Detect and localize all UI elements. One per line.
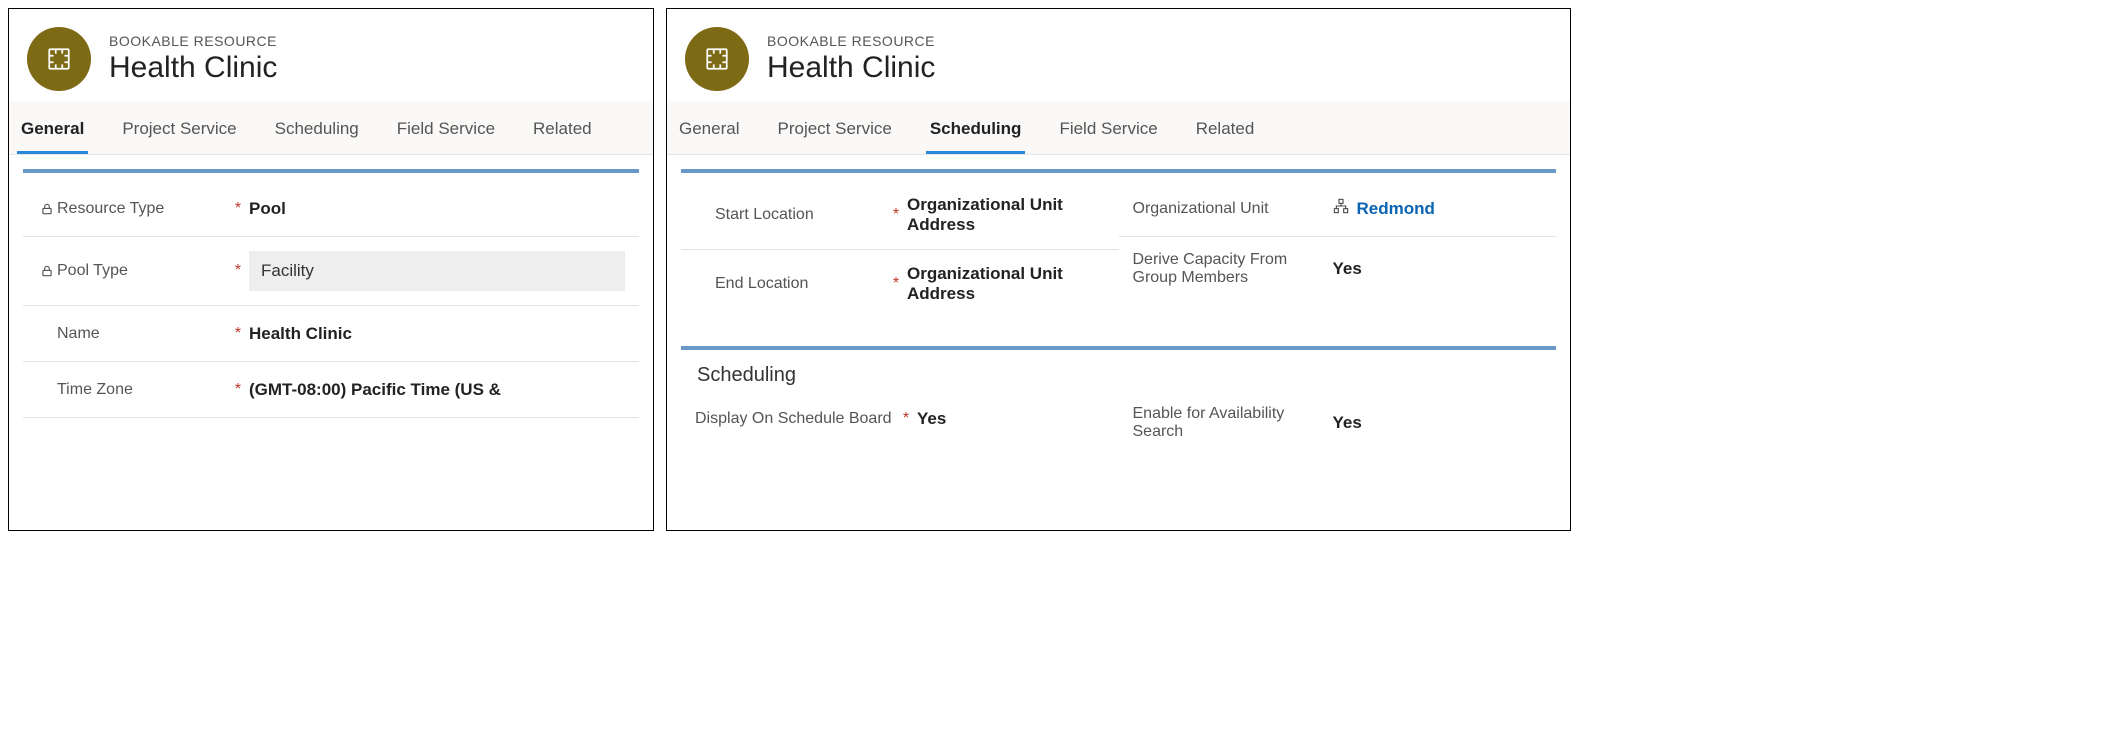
entity-overline: BOOKABLE RESOURCE	[109, 33, 277, 49]
label-display-on-board: Display On Schedule Board	[695, 410, 892, 428]
lock-icon	[37, 202, 57, 216]
field-end-location: End Location * Organizational Unit Addre…	[681, 250, 1119, 318]
tab-scheduling[interactable]: Scheduling	[926, 113, 1026, 154]
field-resource-type: Resource Type * Pool	[23, 181, 639, 237]
org-unit-icon	[1333, 198, 1349, 219]
left-panel: BOOKABLE RESOURCE Health Clinic General …	[8, 8, 654, 531]
scheduling-section: Scheduling Display On Schedule Board * Y…	[681, 346, 1556, 455]
required-marker: *	[231, 381, 245, 399]
tab-related[interactable]: Related	[1192, 113, 1259, 154]
tab-general[interactable]: General	[17, 113, 88, 154]
required-marker: *	[231, 262, 245, 280]
field-org-unit: Organizational Unit Redmond	[1119, 181, 1557, 237]
tab-general[interactable]: General	[675, 113, 743, 154]
value-pool-type-wrap[interactable]: Facility	[249, 251, 625, 291]
record-avatar	[685, 27, 749, 91]
header-left: BOOKABLE RESOURCE Health Clinic	[9, 9, 653, 101]
tab-project-service[interactable]: Project Service	[118, 113, 240, 154]
lock-icon	[37, 264, 57, 278]
value-org-unit: Redmond	[1357, 199, 1435, 219]
location-section: Start Location * Organizational Unit Add…	[681, 169, 1556, 318]
required-marker: *	[899, 410, 913, 428]
tab-field-service[interactable]: Field Service	[393, 113, 499, 154]
record-title: Health Clinic	[109, 51, 277, 85]
value-end-location[interactable]: Organizational Unit Address	[907, 264, 1105, 304]
field-start-location: Start Location * Organizational Unit Add…	[681, 181, 1119, 250]
field-display-on-board: Display On Schedule Board * Yes	[681, 391, 1119, 447]
value-resource-type[interactable]: Pool	[249, 199, 625, 219]
puzzle-icon	[46, 46, 72, 72]
label-time-zone: Time Zone	[57, 381, 133, 399]
label-derive-capacity: Derive Capacity From Group Members	[1133, 251, 1333, 287]
required-marker: *	[889, 206, 903, 224]
tab-project-service[interactable]: Project Service	[773, 113, 895, 154]
label-start-location: Start Location	[715, 206, 814, 224]
tab-related[interactable]: Related	[529, 113, 596, 154]
value-derive-capacity[interactable]: Yes	[1333, 259, 1543, 279]
tabs-right: General Project Service Scheduling Field…	[667, 101, 1570, 155]
field-derive-capacity: Derive Capacity From Group Members Yes	[1119, 237, 1557, 301]
puzzle-icon	[704, 46, 730, 72]
label-pool-type: Pool Type	[57, 262, 128, 280]
label-name: Name	[57, 325, 100, 343]
header-text: BOOKABLE RESOURCE Health Clinic	[109, 33, 277, 85]
section-title-scheduling: Scheduling	[681, 358, 1556, 391]
field-name: Name * Health Clinic	[23, 306, 639, 362]
tabs-left: General Project Service Scheduling Field…	[9, 101, 653, 155]
label-enable-search: Enable for Availability Search	[1133, 405, 1333, 441]
value-enable-search[interactable]: Yes	[1333, 413, 1543, 433]
label-resource-type: Resource Type	[57, 200, 164, 218]
label-org-unit: Organizational Unit	[1133, 200, 1269, 218]
value-display-on-board[interactable]: Yes	[917, 409, 1105, 429]
header-right: BOOKABLE RESOURCE Health Clinic	[667, 9, 1570, 101]
field-pool-type: Pool Type * Facility	[23, 237, 639, 306]
field-enable-search: Enable for Availability Search Yes	[1119, 391, 1557, 455]
entity-overline: BOOKABLE RESOURCE	[767, 33, 935, 49]
required-marker: *	[889, 275, 903, 293]
right-panel: BOOKABLE RESOURCE Health Clinic General …	[666, 8, 1571, 531]
required-marker: *	[231, 325, 245, 343]
value-pool-type: Facility	[249, 251, 625, 291]
required-marker: *	[231, 200, 245, 218]
value-start-location[interactable]: Organizational Unit Address	[907, 195, 1105, 235]
general-section: Resource Type * Pool Pool Type * Facilit…	[23, 169, 639, 418]
value-name[interactable]: Health Clinic	[249, 324, 625, 344]
field-time-zone: Time Zone * (GMT-08:00) Pacific Time (US…	[23, 362, 639, 418]
tab-scheduling[interactable]: Scheduling	[271, 113, 363, 154]
tab-field-service[interactable]: Field Service	[1055, 113, 1161, 154]
record-title: Health Clinic	[767, 51, 935, 85]
record-avatar	[27, 27, 91, 91]
value-time-zone[interactable]: (GMT-08:00) Pacific Time (US &	[249, 380, 625, 400]
label-end-location: End Location	[715, 275, 808, 293]
value-org-unit-wrap[interactable]: Redmond	[1333, 198, 1543, 219]
header-text: BOOKABLE RESOURCE Health Clinic	[767, 33, 935, 85]
